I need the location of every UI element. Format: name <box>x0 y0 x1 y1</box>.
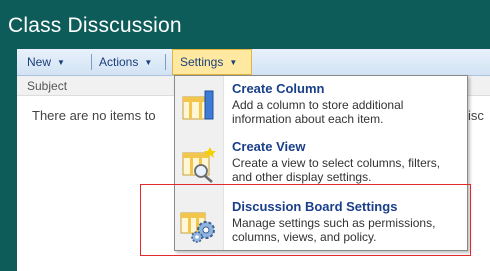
empty-list-message: There are no items to <box>32 108 156 123</box>
actions-label: Actions <box>99 55 139 69</box>
page-title: Class Disscussion <box>8 14 182 37</box>
truncated-text: isc <box>468 108 484 123</box>
toolbar-divider <box>91 54 92 70</box>
create-column-icon <box>179 87 219 127</box>
menu-item-create-view[interactable]: Create View Create a view to select colu… <box>175 137 467 189</box>
annotation-highlight-box <box>140 184 471 256</box>
settings-menu-button[interactable]: Settings ▼ <box>172 49 252 75</box>
new-menu-button[interactable]: New ▼ <box>27 49 65 75</box>
menu-item-description: Create a view to select columns, filters… <box>232 156 441 184</box>
settings-label: Settings <box>180 55 224 69</box>
menu-item-create-column[interactable]: Create Column Add a column to store addi… <box>175 79 467 131</box>
new-label: New <box>27 55 52 69</box>
list-toolbar: New ▼ Actions ▼ <box>17 49 490 76</box>
menu-item-title: Create View <box>232 139 306 154</box>
chevron-down-icon: ▼ <box>229 58 238 67</box>
menu-item-title: Create Column <box>232 81 325 96</box>
chevron-down-icon: ▼ <box>144 58 153 67</box>
chevron-down-icon: ▼ <box>57 58 65 67</box>
toolbar-divider <box>165 54 166 70</box>
actions-menu-button[interactable]: Actions ▼ <box>99 49 152 75</box>
menu-item-description: Add a column to store additional informa… <box>232 98 404 126</box>
create-view-icon <box>179 145 219 185</box>
